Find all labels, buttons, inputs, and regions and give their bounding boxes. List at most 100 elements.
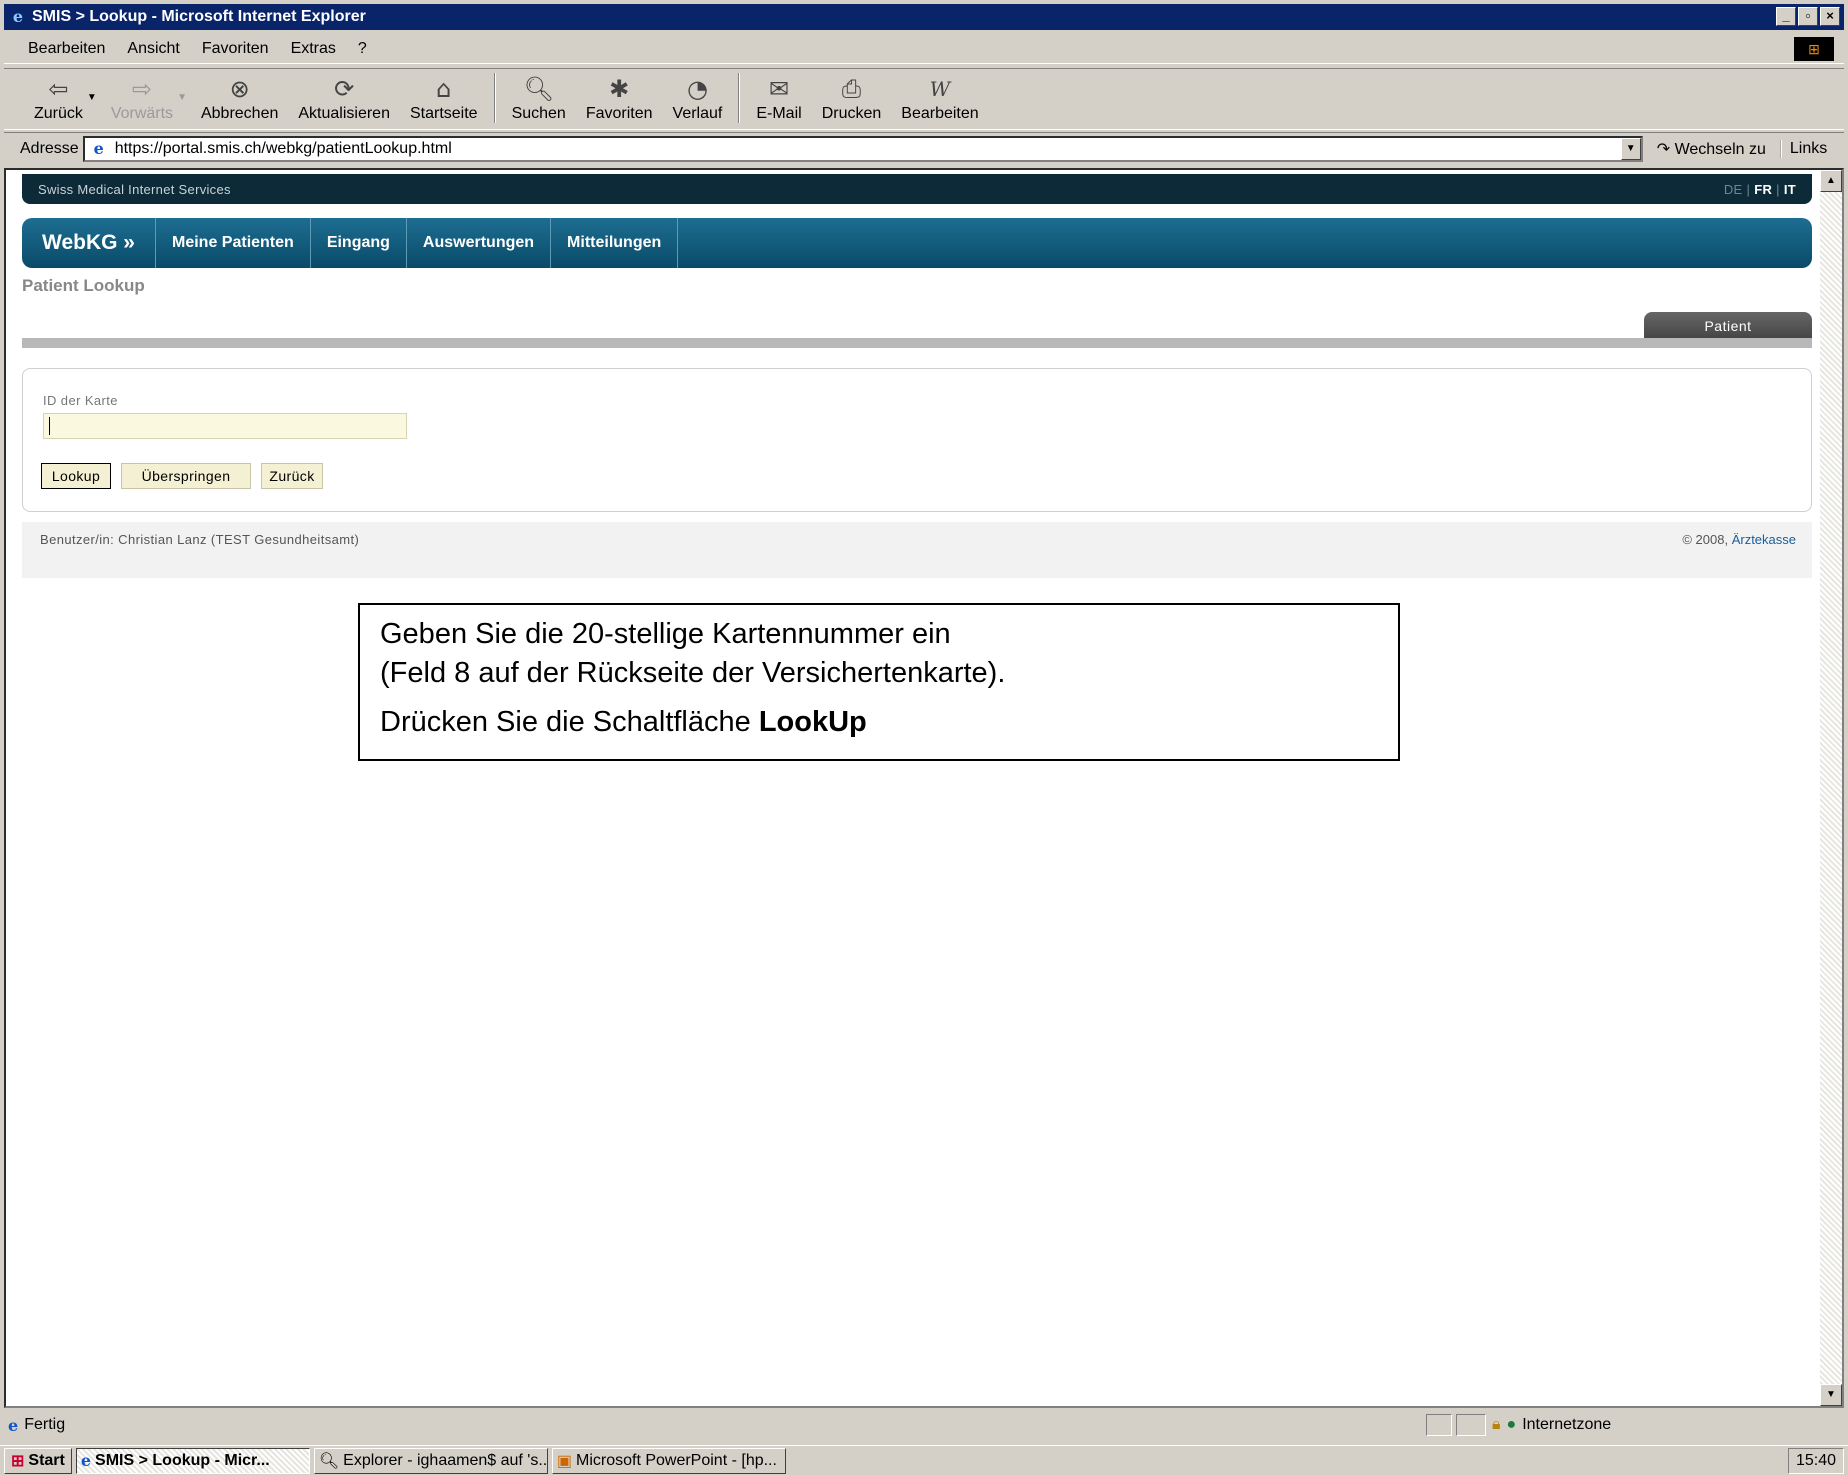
history-label: Verlauf	[672, 105, 723, 122]
toolbar: ⇦ Zurück ▼ ⇨ Vorwärts ▼ ⊗ Abbrechen ⟳ Ak…	[4, 68, 1844, 130]
menu-edit[interactable]: Bearbeiten	[28, 40, 105, 58]
note-line-1: Geben Sie die 20-stellige Kartennummer e…	[380, 618, 951, 650]
close-button[interactable]: ×	[1820, 7, 1840, 26]
go-label: Wechseln zu	[1674, 140, 1766, 158]
stop-label: Abbrechen	[200, 105, 279, 122]
globe-icon: ●	[1506, 1416, 1517, 1433]
scroll-up-icon[interactable]: ▲	[1820, 170, 1842, 192]
history-button[interactable]: ◔ Verlauf	[663, 69, 733, 129]
lang-fr[interactable]: FR	[1754, 182, 1772, 197]
address-dropdown-icon[interactable]: ▼	[1620, 137, 1641, 160]
start-button[interactable]: ⊞ Start	[4, 1447, 72, 1474]
site-header: Swiss Medical Internet Services DE | FR | IT	[22, 174, 1812, 204]
back-label: Zurück	[34, 105, 83, 122]
skip-button[interactable]: Überspringen	[121, 463, 251, 489]
windows-flag-icon: ⊞	[11, 1452, 25, 1470]
edit-button[interactable]: W Bearbeiten	[891, 69, 988, 129]
back-button[interactable]: ⇦ Zurück	[24, 69, 93, 129]
address-label: Adresse	[20, 139, 79, 157]
task-smis-lookup[interactable]: e SMIS > Lookup - Micr...	[75, 1447, 310, 1474]
taskbar: ⊞ Start e SMIS > Lookup - Micr... 🔍︎ Exp…	[0, 1445, 1848, 1475]
page-icon: e	[93, 138, 104, 158]
refresh-label: Aktualisieren	[298, 105, 390, 122]
windows-logo-icon: ⊞	[1794, 37, 1834, 61]
menu-tools[interactable]: Extras	[291, 40, 336, 58]
current-user: Benutzer/in: Christian Lanz (TEST Gesund…	[40, 532, 360, 547]
mail-button[interactable]: ✉ E-Mail	[746, 69, 811, 129]
card-id-input[interactable]	[43, 413, 407, 439]
scroll-down-icon[interactable]: ▼	[1820, 1384, 1842, 1406]
refresh-icon: ⟳	[334, 75, 355, 103]
back-dropdown-icon[interactable]: ▼	[87, 92, 97, 103]
note-line-2: (Feld 8 auf der Rückseite der Versichert…	[380, 657, 1006, 689]
menu-help[interactable]: ?	[358, 40, 367, 58]
menu-bar: Bearbeiten Ansicht Favoriten Extras ? ⊞	[4, 34, 1844, 64]
menu-view[interactable]: Ansicht	[127, 40, 179, 58]
nav-inbox[interactable]: Eingang	[311, 218, 407, 268]
minimize-button[interactable]: _	[1776, 7, 1796, 26]
lang-it[interactable]: IT	[1784, 182, 1796, 197]
tab-patient[interactable]: Patient	[1644, 312, 1812, 340]
note-line-3-bold: LookUp	[758, 706, 867, 738]
links-button[interactable]: Links	[1779, 139, 1827, 158]
main-nav: WebKG » Meine Patienten Eingang Auswertu…	[22, 218, 1812, 268]
browser-window: e SMIS > Lookup - Microsoft Internet Exp…	[0, 0, 1848, 1475]
maximize-button[interactable]: ▫	[1798, 7, 1818, 26]
title-bar[interactable]: e SMIS > Lookup - Microsoft Internet Exp…	[4, 4, 1844, 30]
stop-button[interactable]: ⊗ Abbrechen	[191, 69, 288, 129]
search-label: Suchen	[511, 105, 566, 122]
stop-icon: ⊗	[229, 75, 250, 103]
address-url: https://portal.smis.ch/webkg/patientLook…	[114, 139, 452, 157]
refresh-button[interactable]: ⟳ Aktualisieren	[288, 69, 400, 129]
tab-underline	[22, 338, 1812, 348]
zone-text: Internetzone	[1522, 1416, 1612, 1433]
nav-brand[interactable]: WebKG »	[22, 218, 156, 268]
status-bar: e Fertig 🔒︎ ● Internetzone	[4, 1412, 1844, 1438]
task-explorer[interactable]: 🔍︎ Explorer - ighaamen$ auf 's...	[313, 1447, 548, 1474]
language-switcher: DE | FR | IT	[1724, 182, 1796, 197]
search-button[interactable]: 🔍︎ Suchen	[502, 69, 576, 129]
powerpoint-icon: ▣	[556, 1452, 572, 1470]
vertical-scrollbar[interactable]: ▲ ▼	[1820, 170, 1842, 1406]
toolbar-separator	[738, 73, 741, 123]
word-icon: W	[929, 77, 951, 101]
page-footer: Benutzer/in: Christian Lanz (TEST Gesund…	[22, 522, 1812, 578]
window-title: SMIS > Lookup - Microsoft Internet Explo…	[32, 8, 366, 25]
address-input[interactable]: e https://portal.smis.ch/webkg/patientLo…	[82, 135, 1643, 162]
company-link[interactable]: Ärztekasse	[1732, 532, 1796, 547]
task-powerpoint[interactable]: ▣ Microsoft PowerPoint - [hp...	[551, 1447, 786, 1474]
ie-icon: e	[80, 1451, 92, 1470]
page-content: Swiss Medical Internet Services DE | FR | IT…	[4, 168, 1844, 1408]
start-label: Start	[28, 1451, 65, 1469]
forward-dropdown-icon[interactable]: ▼	[177, 92, 187, 103]
forward-arrow-icon: ⇨	[131, 75, 152, 103]
favorites-button[interactable]: ✱ Favoriten	[576, 69, 663, 129]
back-form-button[interactable]: Zurück	[261, 463, 323, 489]
nav-reports[interactable]: Auswertungen	[407, 218, 552, 268]
address-bar: Adresse e https://portal.smis.ch/webkg/p…	[4, 132, 1844, 164]
lang-separator: |	[1776, 181, 1780, 197]
search-icon: 🔍︎	[523, 75, 554, 103]
page-status-icon: e	[8, 1415, 19, 1435]
task-label: Explorer - ighaamen$ auf 's...	[343, 1451, 548, 1469]
lang-separator: |	[1746, 181, 1751, 197]
forward-button[interactable]: ⇨ Vorwärts	[101, 69, 183, 129]
menu-favorites[interactable]: Favoriten	[202, 40, 269, 58]
instruction-callout: Geben Sie die 20-stellige Kartennummer e…	[358, 603, 1400, 761]
page-title: Patient Lookup	[22, 276, 145, 295]
print-button[interactable]: ⎙ Drucken	[812, 69, 892, 129]
nav-my-patients[interactable]: Meine Patienten	[156, 218, 311, 268]
home-button[interactable]: ⌂ Startseite	[400, 69, 488, 129]
nav-messages[interactable]: Mitteilungen	[551, 218, 679, 268]
explorer-icon: 🔍︎	[318, 1452, 340, 1470]
toolbar-separator	[493, 73, 496, 123]
copyright: © 2008, Ärztekasse	[1682, 532, 1796, 547]
printer-icon: ⎙	[841, 75, 862, 103]
lookup-button[interactable]: Lookup	[40, 462, 112, 490]
favorites-icon: ✱	[609, 75, 630, 103]
ie-icon: e	[12, 7, 24, 26]
task-label: SMIS > Lookup - Micr...	[95, 1451, 270, 1469]
go-button[interactable]: ↷ Wechseln zu	[1657, 139, 1766, 159]
lang-de[interactable]: DE	[1724, 182, 1743, 197]
security-zone: 🔒︎ ● Internetzone	[1492, 1412, 1611, 1438]
